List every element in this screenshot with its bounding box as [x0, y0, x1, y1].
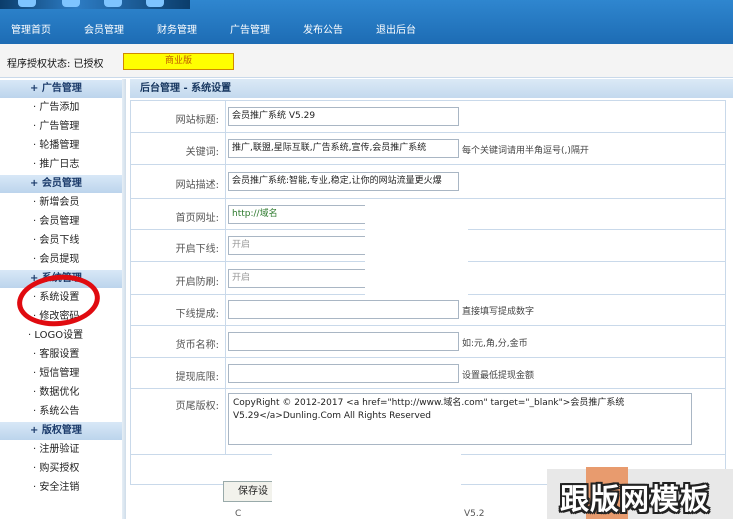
- footer-copyright-textarea[interactable]: CopyRight © 2012-2017 <a href="http://ww…: [228, 393, 692, 445]
- sidebar-group-ads[interactable]: + 广告管理: [0, 79, 122, 98]
- sidebar-item-change-password[interactable]: · 修改密码: [0, 307, 122, 326]
- downline-commission-input[interactable]: [228, 300, 459, 319]
- currency-hint: 如:元,角,分,金币: [462, 339, 528, 349]
- save-button[interactable]: 保存设: [223, 481, 275, 502]
- keywords-input[interactable]: 推广,联盟,星际互联,广告系统,宣传,会员推广系统: [228, 139, 459, 158]
- keywords-hint: 每个关键词请用半角逗号(,)隔开: [462, 146, 589, 156]
- license-status-label: 程序授权状态: 已授权: [7, 59, 104, 70]
- site-title-input[interactable]: 会员推广系统 V5.29: [228, 107, 459, 126]
- sidebar: + 广告管理 · 广告添加 · 广告管理 · 轮播管理 · 推广日志 + 会员管…: [0, 79, 122, 519]
- sidebar-item-buy-license[interactable]: · 购买授权: [0, 459, 122, 478]
- sidebar-item-member-add[interactable]: · 新增会员: [0, 193, 122, 212]
- sidebar-item-member-downline[interactable]: · 会员下线: [0, 231, 122, 250]
- currency-input[interactable]: [228, 332, 459, 351]
- footer-label: 页尾版权:: [175, 401, 219, 412]
- sidebar-group-members[interactable]: + 会员管理: [0, 174, 122, 193]
- sidebar-item-ad-add[interactable]: · 广告添加: [0, 98, 122, 117]
- downline-label: 开启下线:: [175, 244, 219, 255]
- sidebar-item-register-verify[interactable]: · 注册验证: [0, 440, 122, 459]
- top-navigation-bar: 管理首页 会员管理 财务管理 广告管理 发布公告 退出后台: [0, 0, 733, 44]
- panel-title: 后台管理 - 系统设置: [130, 79, 733, 98]
- form-row-currency: 货币名称: 如:元,角,分,金币: [131, 326, 725, 358]
- withdraw-min-label: 提现底限:: [175, 372, 219, 383]
- sidebar-item-member-withdraw[interactable]: · 会员提现: [0, 250, 122, 269]
- form-row-description: 网站描述: 会员推广系统:智能,专业,稳定,让你的网站流量更火爆: [131, 165, 725, 199]
- form-row-withdraw-min: 提现底限: 设置最低提现金额: [131, 358, 725, 389]
- main-nav: 管理首页 会员管理 财务管理 广告管理 发布公告 退出后台: [0, 20, 416, 42]
- site-title-label: 网站标题:: [175, 115, 219, 126]
- sidebar-item-promo-log[interactable]: · 推广日志: [0, 155, 122, 174]
- cover-patch-1: [365, 200, 468, 300]
- edition-badge: 商业版: [123, 53, 234, 70]
- sidebar-group-copyright[interactable]: + 版权管理: [0, 421, 122, 440]
- sidebar-item-sms[interactable]: · 短信管理: [0, 364, 122, 383]
- cover-patch-2: [272, 450, 461, 519]
- description-input[interactable]: 会员推广系统:智能,专业,稳定,让你的网站流量更火爆: [228, 172, 459, 191]
- form-row-site-title: 网站标题: 会员推广系统 V5.29: [131, 101, 725, 133]
- sidebar-item-system-settings[interactable]: · 系统设置: [0, 288, 122, 307]
- footer-fragment-right: V5.2: [464, 509, 485, 519]
- sidebar-group-system[interactable]: + 系统管理: [0, 269, 122, 288]
- nav-item-members[interactable]: 会员管理: [84, 20, 124, 42]
- withdraw-min-input[interactable]: [228, 364, 459, 383]
- nav-item-ads[interactable]: 广告管理: [230, 20, 270, 42]
- sidebar-item-support-settings[interactable]: · 客服设置: [0, 345, 122, 364]
- sidebar-item-logo-settings[interactable]: · LOGO设置: [0, 326, 122, 345]
- keywords-label: 关键词:: [185, 147, 219, 158]
- withdraw-min-hint: 设置最低提现金额: [462, 371, 535, 381]
- sidebar-item-db-optimize[interactable]: · 数据优化: [0, 383, 122, 402]
- currency-label: 货币名称:: [175, 340, 219, 351]
- sidebar-item-ad-manage[interactable]: · 广告管理: [0, 117, 122, 136]
- home-url-label: 首页网址:: [175, 213, 219, 224]
- sidebar-item-system-notice[interactable]: · 系统公告: [0, 402, 122, 421]
- nav-item-home[interactable]: 管理首页: [11, 20, 51, 42]
- sidebar-item-member-manage[interactable]: · 会员管理: [0, 212, 122, 231]
- nav-item-logout[interactable]: 退出后台: [376, 20, 416, 42]
- downline-commission-label: 下线提成:: [175, 309, 219, 320]
- nav-item-finance[interactable]: 财务管理: [157, 20, 197, 42]
- form-row-keywords: 关键词: 推广,联盟,星际互联,广告系统,宣传,会员推广系统 每个关键词请用半角…: [131, 133, 725, 165]
- logo-banner: [0, 0, 190, 9]
- license-status-bar: 程序授权状态: 已授权 商业版: [0, 44, 733, 78]
- downline-commission-hint: 直接填写提成数字: [462, 307, 535, 317]
- anti-fraud-label: 开启防刷:: [175, 277, 219, 288]
- watermark-text: 跟版网模板: [560, 482, 711, 516]
- sidebar-item-secure-logout[interactable]: · 安全注销: [0, 478, 122, 497]
- nav-item-announcement[interactable]: 发布公告: [303, 20, 343, 42]
- form-row-footer: 页尾版权: CopyRight © 2012-2017 <a href="htt…: [131, 389, 725, 455]
- footer-fragment-left: C: [235, 509, 242, 519]
- description-label: 网站描述:: [175, 180, 219, 191]
- sidebar-item-carousel[interactable]: · 轮播管理: [0, 136, 122, 155]
